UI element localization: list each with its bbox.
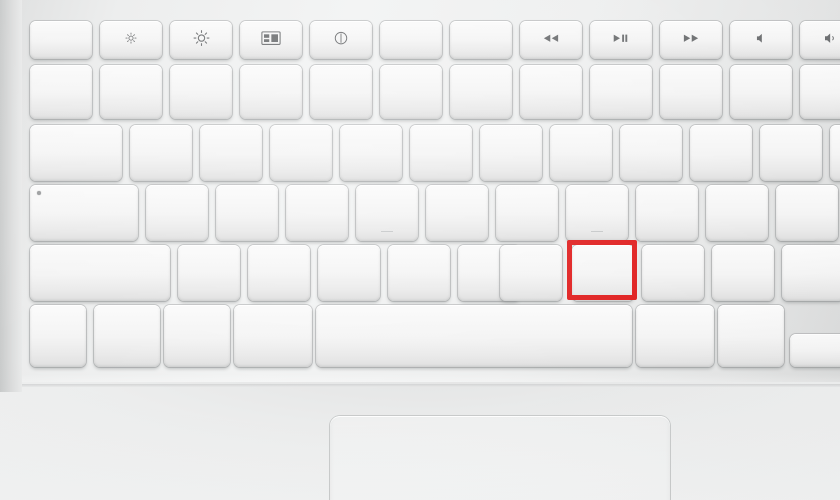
key-t[interactable] [410, 125, 472, 181]
key-9[interactable] [660, 65, 722, 119]
key-arrow-left[interactable] [790, 334, 840, 367]
key-m[interactable] [572, 245, 634, 301]
key-x[interactable] [248, 245, 310, 301]
rewind-icon [520, 34, 582, 46]
key-command-right[interactable] [636, 305, 714, 367]
brightness-down-icon [100, 30, 162, 49]
key-6[interactable] [450, 65, 512, 119]
key-r[interactable] [340, 125, 402, 181]
key-k[interactable] [636, 185, 698, 241]
key-p[interactable] [760, 125, 822, 181]
key-space[interactable] [316, 305, 632, 367]
key-v[interactable] [388, 245, 450, 301]
key-2[interactable] [170, 65, 232, 119]
key-h[interactable] [496, 185, 558, 241]
key-f8[interactable] [590, 21, 652, 59]
trackpad[interactable] [330, 416, 670, 500]
key-o[interactable] [690, 125, 752, 181]
volume-down-icon [800, 32, 840, 47]
play-pause-icon [590, 33, 652, 46]
mute-icon [730, 33, 792, 47]
key-option-right[interactable] [718, 305, 784, 367]
keyboard-photo [0, 0, 840, 500]
key-f9[interactable] [660, 21, 722, 59]
home-row-ridge [381, 231, 393, 232]
key-a[interactable] [146, 185, 208, 241]
key-i[interactable] [620, 125, 682, 181]
key-e[interactable] [270, 125, 332, 181]
key-grave[interactable] [30, 65, 92, 119]
key-option-left[interactable] [164, 305, 230, 367]
key-7[interactable] [520, 65, 582, 119]
key-0[interactable] [730, 65, 792, 119]
home-row-ridge [591, 231, 603, 232]
key-5[interactable] [380, 65, 442, 119]
key-f[interactable] [356, 185, 418, 241]
key-1[interactable] [100, 65, 162, 119]
mission-control-icon [240, 31, 302, 48]
key-s[interactable] [216, 185, 278, 241]
key-control[interactable] [94, 305, 160, 367]
key-comma[interactable] [642, 245, 704, 301]
key-f10[interactable] [730, 21, 792, 59]
key-shift-left[interactable] [30, 245, 170, 301]
key-esc[interactable] [30, 21, 92, 59]
key-fn[interactable] [30, 305, 86, 367]
key-f1[interactable] [100, 21, 162, 59]
key-q[interactable] [130, 125, 192, 181]
key-l[interactable] [706, 185, 768, 241]
key-capslock[interactable] [30, 185, 138, 241]
key-bracket-left[interactable] [830, 125, 840, 181]
key-u[interactable] [550, 125, 612, 181]
key-g[interactable] [426, 185, 488, 241]
key-f7[interactable] [520, 21, 582, 59]
key-period[interactable] [712, 245, 774, 301]
key-n[interactable] [500, 245, 562, 301]
key-3[interactable] [240, 65, 302, 119]
key-4[interactable] [310, 65, 372, 119]
brightness-up-icon [170, 29, 232, 51]
key-f11[interactable] [800, 21, 840, 59]
key-slash[interactable] [782, 245, 840, 301]
key-f4[interactable] [310, 21, 372, 59]
key-w[interactable] [200, 125, 262, 181]
key-minus[interactable] [800, 65, 840, 119]
key-command-left[interactable] [234, 305, 312, 367]
fast-forward-icon [660, 34, 722, 46]
key-8[interactable] [590, 65, 652, 119]
key-semicolon[interactable] [776, 185, 838, 241]
key-y[interactable] [480, 125, 542, 181]
key-c[interactable] [318, 245, 380, 301]
key-d[interactable] [286, 185, 348, 241]
key-f6[interactable] [450, 21, 512, 59]
key-j[interactable] [566, 185, 628, 241]
key-f2[interactable] [170, 21, 232, 59]
caps-lock-indicator-led [37, 191, 41, 195]
dashboard-icon [310, 30, 372, 49]
key-z[interactable] [178, 245, 240, 301]
key-f5[interactable] [380, 21, 442, 59]
key-f3[interactable] [240, 21, 302, 59]
keyboard [0, 0, 840, 395]
key-tab[interactable] [30, 125, 122, 181]
